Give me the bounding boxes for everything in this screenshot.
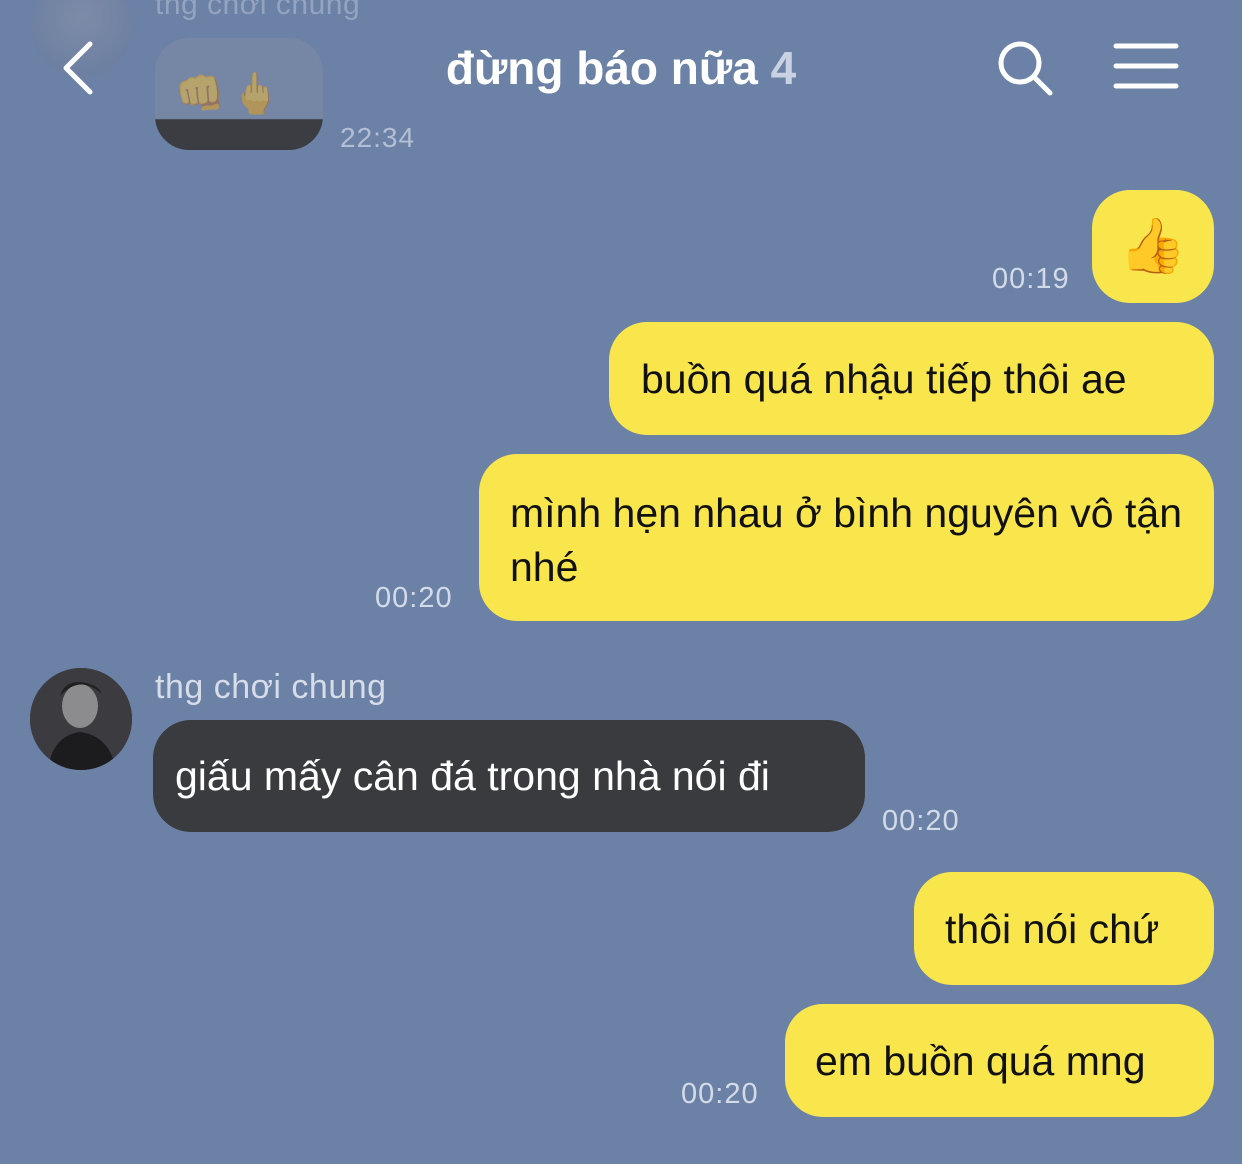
message-bubble[interactable]: buồn quá nhậu tiếp thôi ae xyxy=(609,322,1214,435)
message-text: mình hẹn nhau ở bình nguyên vô tận nhé xyxy=(510,490,1182,590)
chat-title: đừng báo nữa 4 xyxy=(0,38,1242,98)
message-time: 00:20 xyxy=(681,1078,759,1110)
member-count: 4 xyxy=(770,42,797,94)
avatar-image xyxy=(30,668,132,770)
previous-message-time: 22:34 xyxy=(340,122,416,153)
message-bubble[interactable]: em buồn quá mng xyxy=(785,1004,1214,1117)
hamburger-menu-icon xyxy=(1113,43,1179,89)
message-text: giấu mấy cân đá trong nhà nói đi xyxy=(175,753,770,799)
message-bubble[interactable]: mình hẹn nhau ở bình nguyên vô tận nhé xyxy=(479,454,1214,621)
sender-name: thg chơi chung xyxy=(155,668,387,706)
menu-button[interactable] xyxy=(1112,42,1180,92)
chat-title-text: đừng báo nữa xyxy=(445,42,758,94)
search-button[interactable] xyxy=(995,38,1055,98)
search-icon xyxy=(998,41,1053,96)
avatar[interactable] xyxy=(30,668,132,770)
message-bubble-emoji[interactable]: 👍 xyxy=(1092,190,1214,303)
message-bubble[interactable]: thôi nói chứ xyxy=(914,872,1214,985)
thumbs-up-emoji: 👍 xyxy=(1119,216,1187,276)
previous-sender-name: thg chơi chung xyxy=(155,0,361,21)
message-time: 00:20 xyxy=(882,805,960,837)
message-bubble[interactable]: giấu mấy cân đá trong nhà nói đi xyxy=(153,720,865,832)
message-time: 00:19 xyxy=(992,263,1070,295)
message-text: thôi nói chứ xyxy=(945,906,1160,952)
message-text: buồn quá nhậu tiếp thôi ae xyxy=(641,356,1127,402)
message-text: em buồn quá mng xyxy=(815,1038,1146,1084)
message-time: 00:20 xyxy=(375,582,453,614)
